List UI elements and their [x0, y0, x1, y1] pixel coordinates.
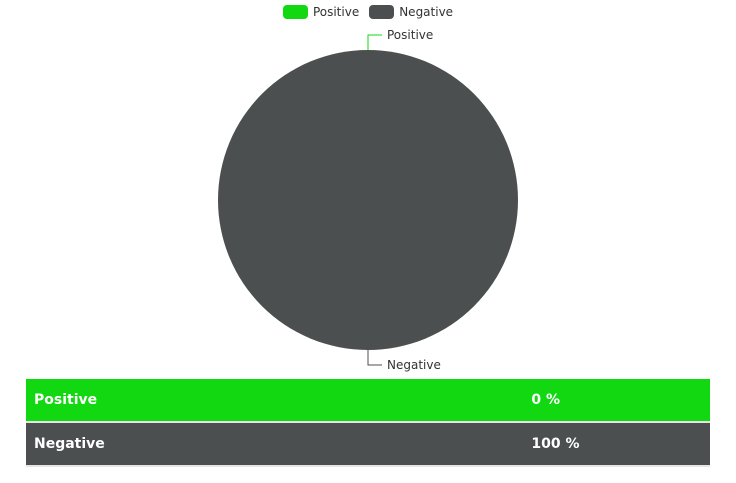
slice-label-positive: Positive [387, 28, 433, 42]
table-row-negative: Negative 100 % [26, 422, 710, 467]
pie-chart: Positive Negative [218, 28, 518, 372]
row-value-positive: 0 % [136, 379, 710, 423]
label-line-positive [367, 34, 382, 50]
row-value-negative: 100 % [136, 422, 710, 467]
row-label-positive: Positive [26, 379, 137, 423]
table-row-positive: Positive 0 % [26, 379, 710, 423]
pie-slice-negative[interactable] [218, 50, 518, 350]
summary-table: Positive 0 % Negative 100 % [26, 379, 710, 467]
row-label-negative: Negative [26, 422, 137, 467]
slice-label-negative: Negative [387, 358, 441, 372]
label-line-negative [367, 350, 382, 366]
